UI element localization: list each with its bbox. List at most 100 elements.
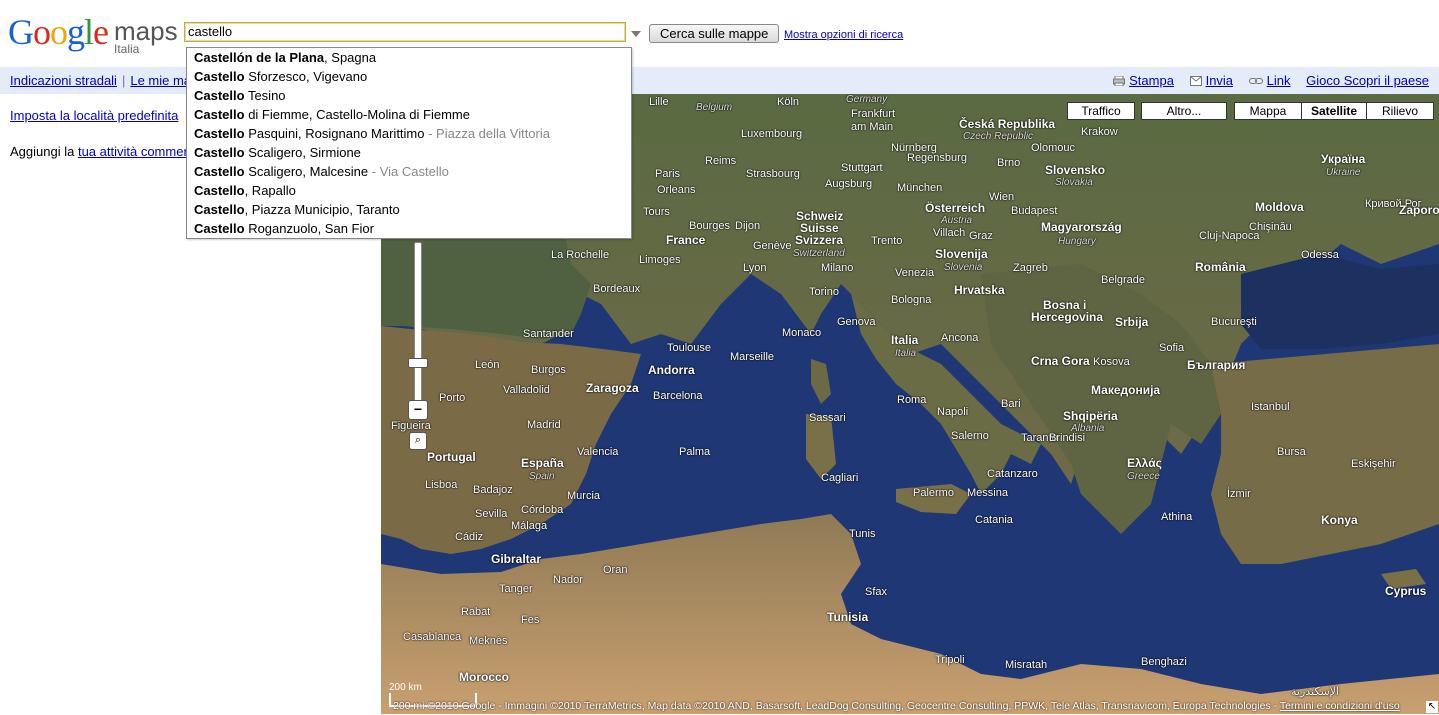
- map-label: Torino: [809, 286, 839, 298]
- map-label: Palermo: [913, 487, 954, 499]
- add-business-line: Aggiungi la tua attività commer: [10, 144, 188, 159]
- more-layers-button[interactable]: Altro...: [1141, 102, 1227, 120]
- map-label: La Rochelle: [551, 249, 610, 261]
- map-label: Hrvatska: [954, 283, 1005, 297]
- game-link[interactable]: Gioco Scopri il paese: [1306, 73, 1429, 88]
- map-resize-icon[interactable]: ↖: [1426, 701, 1438, 713]
- map-label: İzmir: [1227, 488, 1251, 500]
- map-label: Lyon: [743, 262, 767, 274]
- map-label: Stuttgart: [841, 162, 883, 174]
- search-history-dropdown-icon[interactable]: [631, 31, 641, 37]
- send-item[interactable]: Invia: [1189, 73, 1233, 88]
- terms-link[interactable]: Termini e condizioni d'uso: [1280, 700, 1400, 712]
- map-label: Srbija: [1115, 315, 1149, 329]
- map-label: Italia: [891, 333, 919, 347]
- map-label: Bologna: [891, 294, 932, 306]
- map-label: Genève: [753, 240, 792, 252]
- scale-km: 200 km: [389, 682, 422, 693]
- map-label: Cluj-Napoca: [1199, 230, 1260, 242]
- map-type-satellite-button[interactable]: Satellite: [1301, 102, 1367, 120]
- map-label: Tunis: [849, 528, 876, 540]
- map-label: Sofia: [1159, 342, 1185, 354]
- map-label: France: [666, 233, 706, 247]
- map-label: Catanzaro: [987, 468, 1038, 480]
- map-label: Bursa: [1277, 446, 1306, 458]
- map-label: Olomouc: [1031, 142, 1076, 154]
- map-label: Budapest: [1011, 205, 1058, 217]
- suggestion-item[interactable]: Castello di Fiemme, Castello-Molina di F…: [187, 105, 631, 124]
- map-label: Tours: [643, 206, 670, 218]
- google-maps-logo[interactable]: Google maps Italia: [8, 12, 180, 56]
- zoom-out-button[interactable]: −: [408, 400, 428, 420]
- my-maps-link[interactable]: Le mie ma: [130, 73, 191, 88]
- map-label: am Main: [851, 121, 894, 133]
- suggestion-item[interactable]: Castello Scaligero, Sirmione: [187, 143, 631, 162]
- map-label: Murcia: [567, 490, 601, 502]
- map-label: Hercegovina: [1031, 310, 1104, 324]
- copyright-text: ©2010 Google - Immagini ©2010 TerraMetri…: [427, 700, 1280, 712]
- map-label: Messina: [967, 487, 1008, 499]
- map-label: Brno: [997, 157, 1021, 169]
- map-type-map-button[interactable]: Mappa: [1234, 102, 1302, 120]
- map-label: Paris: [655, 168, 681, 180]
- map-label: Sfax: [865, 586, 888, 598]
- suggestion-item[interactable]: Castello Scaligero, Malcesine - Via Cast…: [187, 162, 631, 181]
- search-button[interactable]: Cerca sulle mappe: [649, 24, 780, 43]
- map-label: Genova: [837, 316, 876, 328]
- map-label: Napoli: [937, 406, 969, 418]
- traffic-button[interactable]: Traffico: [1067, 102, 1135, 120]
- add-business-prefix: Aggiungi la: [10, 144, 78, 159]
- map-label: Sevilla: [475, 508, 508, 520]
- map-label: Belgrade: [1101, 274, 1146, 286]
- zoom-magnifier-icon[interactable]: ⌕: [409, 432, 427, 450]
- map-label: Brindisi: [1049, 432, 1086, 444]
- map-label: Shqipëria: [1063, 409, 1118, 423]
- map-label: Luxembourg: [741, 128, 803, 140]
- send-link[interactable]: Invia: [1206, 73, 1233, 88]
- map-label: Monaco: [782, 327, 822, 339]
- add-business-link[interactable]: tua attività commer: [78, 144, 188, 159]
- suggestion-item[interactable]: Castello, Piazza Municipio, Taranto: [187, 200, 631, 219]
- link-item[interactable]: Link: [1248, 73, 1291, 88]
- map-copyright: 200 mi ©2010 Google - Immagini ©2010 Ter…: [393, 700, 1400, 712]
- map-label: Slovakia: [1055, 177, 1093, 188]
- map-label: Graz: [969, 230, 993, 242]
- zoom-slider-handle[interactable]: [408, 358, 428, 368]
- map-label: Athina: [1161, 511, 1193, 523]
- map-label: Lisboa: [425, 479, 458, 491]
- link-link[interactable]: Link: [1267, 73, 1291, 88]
- game-item[interactable]: Gioco Scopri il paese: [1306, 73, 1429, 88]
- map-label: Andorra: [648, 363, 695, 377]
- suggestion-item[interactable]: Castello Sforzesco, Vigevano: [187, 67, 631, 86]
- map-label: Slovenia: [944, 262, 983, 273]
- map-label: Porto: [439, 392, 466, 404]
- map-type-terrain-button[interactable]: Rilievo: [1366, 102, 1434, 120]
- map-label: Köln: [777, 96, 800, 108]
- map-label: Cádiz: [455, 531, 484, 543]
- map-label: Zaragoza: [586, 381, 639, 395]
- map-label: Palma: [679, 446, 711, 458]
- map-label: Hungary: [1058, 236, 1096, 247]
- directions-link[interactable]: Indicazioni stradali: [10, 73, 117, 88]
- suggestion-item[interactable]: Castello, Rapallo: [187, 181, 631, 200]
- map-label: الإسكندرية: [1291, 686, 1339, 698]
- suggestion-item[interactable]: Castello Tesino: [187, 86, 631, 105]
- zoom-slider-track[interactable]: [414, 242, 422, 414]
- map-label: Česká Republika: [959, 117, 1056, 131]
- suggestion-item[interactable]: Castello Roganzuolo, San Fior: [187, 219, 631, 238]
- suggestion-item[interactable]: Castellón de la Plana, Spagna: [187, 48, 631, 67]
- map-label: Bordeaux: [593, 283, 641, 295]
- suggestion-item[interactable]: Castello Pasquini, Rosignano Marittimo -…: [187, 124, 631, 143]
- search-suggestions: Castellón de la Plana, Spagna Castello S…: [186, 47, 632, 239]
- map-label: Figueira: [391, 420, 431, 432]
- print-link[interactable]: Stampa: [1129, 73, 1174, 88]
- map-label: Oran: [603, 564, 628, 576]
- map-label: Venezia: [895, 267, 935, 279]
- search-input[interactable]: castello: [184, 22, 626, 42]
- map-label: Regensburg: [907, 152, 967, 164]
- set-default-location-link[interactable]: Imposta la località predefinita: [10, 108, 178, 123]
- print-item[interactable]: Stampa: [1113, 73, 1174, 88]
- logo-google: Google: [8, 12, 109, 52]
- search-options-link[interactable]: Mostra opzioni di ricerca: [784, 29, 903, 41]
- map-label: Svizzera: [795, 233, 844, 247]
